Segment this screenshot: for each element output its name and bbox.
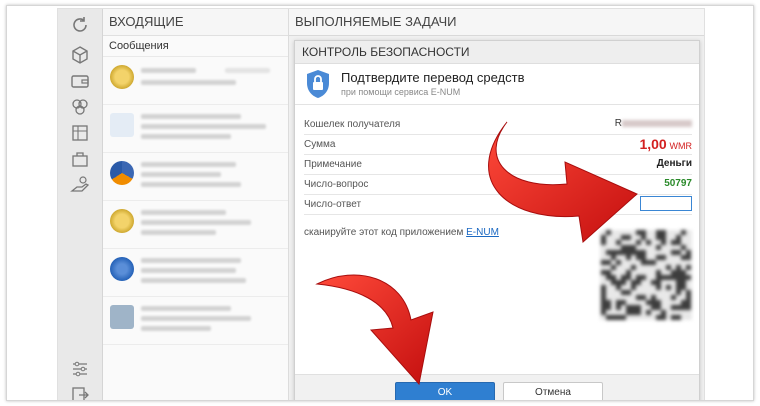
document-icon (110, 113, 134, 137)
icon-rail (58, 9, 103, 400)
list-item[interactable] (103, 249, 288, 297)
shield-lock-icon (305, 69, 331, 104)
list-item[interactable] (103, 105, 288, 153)
wallet-icon[interactable] (70, 71, 90, 91)
webmoney-globe-icon (110, 257, 134, 281)
dialog-heading: Подтвердите перевод средств (341, 70, 525, 85)
cash-register-icon (110, 305, 134, 329)
list-item[interactable] (103, 201, 288, 249)
cancel-button[interactable]: Отмена (503, 382, 603, 400)
tasks-title: ВЫПОЛНЯЕМЫЕ ЗАДАЧИ (289, 9, 704, 36)
red-arrow-to-ok (315, 274, 434, 386)
question-label: Число-вопрос (304, 179, 369, 190)
recipient-label: Кошелек получателя (304, 119, 401, 130)
box-icon[interactable] (70, 45, 90, 65)
gold-coin-icon (110, 65, 134, 89)
inbox-subtitle[interactable]: Сообщения (103, 36, 288, 57)
shop-icon[interactable] (70, 123, 90, 143)
settings-sliders-icon[interactable] (70, 359, 90, 379)
social-network-icon (110, 161, 134, 185)
list-item[interactable] (103, 297, 288, 345)
dialog-subheading: при помощи сервиса E-NUM (341, 87, 461, 97)
note-label: Примечание (304, 159, 362, 170)
amount-label: Сумма (304, 139, 336, 150)
confirm-header: Подтвердите перевод средств при помощи с… (295, 64, 699, 105)
list-item[interactable] (103, 153, 288, 201)
screenshot-frame: ВХОДЯЩИЕ Сообщения ВЫПОЛНЯЕМЫЕ ЗАДАЧИ КО… (6, 5, 754, 401)
contacts-icon[interactable] (70, 97, 90, 117)
dialog-title: КОНТРОЛЬ БЕЗОПАСНОСТИ (295, 41, 699, 64)
answer-label: Число-ответ (304, 199, 362, 210)
inbox-panel: ВХОДЯЩИЕ Сообщения (103, 9, 289, 400)
refresh-icon[interactable] (70, 15, 90, 35)
payment-hand-icon[interactable] (70, 175, 90, 195)
gold-coin-icon (110, 209, 134, 233)
scan-text: сканируйте этот код приложением (304, 227, 467, 238)
red-arrow-to-answer (488, 121, 638, 243)
logout-icon[interactable] (70, 385, 90, 400)
list-item[interactable] (103, 57, 288, 105)
bag-icon[interactable] (70, 149, 90, 169)
inbox-title: ВХОДЯЩИЕ (103, 9, 288, 36)
